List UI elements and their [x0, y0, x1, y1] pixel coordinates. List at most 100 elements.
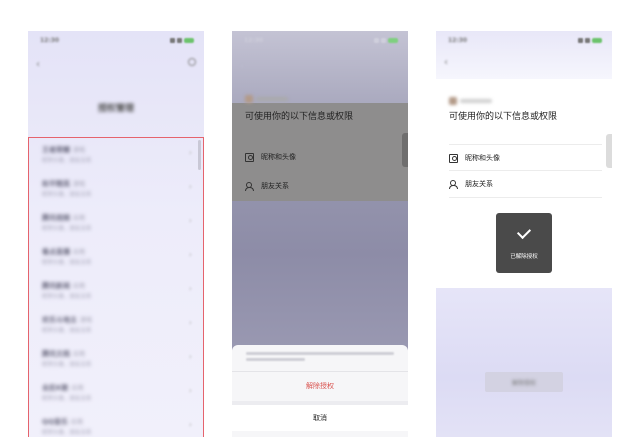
list-item[interactable]: 腾讯视频 应用 昵称头像、朋友关系 › [29, 206, 203, 240]
chevron-right-icon: › [188, 284, 192, 293]
list-item[interactable]: 欢乐斗地主 游戏 昵称头像、朋友关系 › [29, 308, 203, 342]
chevron-right-icon: › [188, 216, 192, 225]
bottom-area: 解除授权 [436, 288, 612, 437]
status-icons [578, 38, 602, 43]
friends-icon [449, 179, 458, 189]
item-tag: 游戏 [73, 181, 86, 188]
sheet-note [246, 349, 394, 363]
status-bar: 12:30 [28, 37, 204, 47]
item-subtitle: 昵称头像、朋友关系 [42, 328, 92, 334]
status-bar: 12:30 [232, 37, 408, 47]
item-title: 欢乐斗地主 [42, 316, 77, 324]
success-toast: 已解除授权 [496, 213, 552, 273]
item-title: 和平精英 [42, 180, 70, 188]
item-title: 腾讯文档 [42, 350, 70, 358]
chevron-right-icon: › [188, 352, 192, 361]
permission-title: 可使用你的以下信息或权限 [449, 112, 558, 122]
list-item[interactable]: 腾讯文档 应用 昵称头像、朋友关系 › [29, 342, 203, 376]
app-name [256, 97, 288, 101]
item-tag: 应用 [73, 351, 86, 358]
list-item[interactable]: QQ音乐 应用 昵称头像、朋友关系 › [29, 410, 203, 437]
permission-label: 昵称和头像 [261, 153, 296, 161]
back-icon[interactable]: ‹ [36, 59, 40, 70]
app-avatar [245, 95, 253, 103]
status-icons [374, 38, 398, 43]
battery-icon [388, 38, 398, 43]
checkmark-icon [516, 224, 532, 240]
item-title: 腾讯视频 [42, 214, 70, 222]
item-subtitle: 昵称头像、朋友关系 [42, 226, 92, 232]
item-tag: 应用 [73, 283, 86, 290]
wifi-icon [381, 38, 386, 43]
item-tag: 应用 [73, 249, 86, 256]
item-tag: 应用 [70, 419, 83, 426]
wifi-icon [177, 38, 182, 43]
item-subtitle: 昵称头像、朋友关系 [42, 362, 92, 368]
app-avatar [449, 97, 457, 105]
status-bar: 12:30 [436, 37, 612, 47]
status-icons [170, 38, 194, 43]
wifi-icon [585, 38, 590, 43]
item-subtitle: 昵称头像、朋友关系 [42, 192, 92, 198]
chevron-right-icon: › [188, 148, 192, 157]
permission-label: 朋友关系 [465, 180, 493, 188]
revoke-button-disabled[interactable]: 解除授权 [485, 372, 563, 392]
chevron-right-icon: › [188, 182, 192, 191]
id-card-icon [245, 152, 254, 162]
id-card-icon [449, 153, 458, 163]
back-icon[interactable]: ‹ [240, 61, 244, 72]
app-name [460, 99, 492, 103]
item-tag: 应用 [71, 385, 84, 392]
side-handle[interactable] [402, 133, 408, 167]
item-title: QQ音乐 [42, 418, 68, 426]
revoke-button[interactable]: 解除授权 [232, 373, 408, 399]
item-subtitle: 昵称头像、朋友关系 [42, 294, 92, 300]
back-icon[interactable]: ‹ [444, 57, 448, 68]
item-title: 王者荣耀 [42, 146, 70, 154]
item-title: 全民K歌 [42, 384, 69, 392]
status-time: 12:30 [244, 37, 264, 44]
comparison-stage: 12:30 ‹ 授权管理 王者荣耀 游戏 昵称头像、朋友关系 › 和平精英 游戏 昵… [0, 0, 640, 437]
divider [449, 197, 602, 198]
button-label: 解除授权 [511, 380, 536, 387]
status-time: 12:30 [448, 37, 468, 44]
status-time: 12:30 [40, 37, 60, 44]
toast-message: 已解除授权 [510, 254, 538, 260]
side-handle[interactable] [606, 134, 612, 168]
permission-friends: 朋友关系 [449, 179, 493, 189]
cancel-button[interactable]: 取消 [232, 405, 408, 431]
battery-icon [592, 38, 602, 43]
action-sheet: 解除授权 取消 [232, 345, 408, 437]
chevron-right-icon: › [188, 250, 192, 259]
item-subtitle: 昵称头像、朋友关系 [42, 396, 92, 402]
auth-management-screen: 12:30 ‹ 授权管理 王者荣耀 游戏 昵称头像、朋友关系 › 和平精英 游戏 昵… [28, 31, 204, 437]
permission-title: 可使用你的以下信息或权限 [245, 112, 354, 122]
permission-panel: 可使用你的以下信息或权限 昵称和头像 朋友关系 [232, 95, 408, 201]
battery-icon [184, 38, 194, 43]
item-tag: 游戏 [80, 317, 93, 324]
list-item[interactable]: 王者荣耀 游戏 昵称头像、朋友关系 › [29, 138, 203, 172]
item-subtitle: 昵称头像、朋友关系 [42, 260, 92, 266]
signal-icon [170, 38, 175, 43]
friends-icon [245, 181, 254, 191]
chevron-right-icon: › [188, 318, 192, 327]
signal-icon [374, 38, 379, 43]
item-title: 腾讯新闻 [42, 282, 70, 290]
authorized-app-list: 王者荣耀 游戏 昵称头像、朋友关系 › 和平精英 游戏 昵称头像、朋友关系 › 腾讯… [28, 137, 204, 437]
permission-nickname: 昵称和头像 [449, 153, 500, 163]
permission-friends: 朋友关系 [245, 181, 289, 191]
chevron-right-icon: › [188, 386, 192, 395]
permission-label: 昵称和头像 [465, 154, 500, 162]
revoked-result-screen: 12:30 ‹ 可使用你的以下信息或权限 昵称和头像 朋友关系 已解除授权 解除… [436, 31, 612, 437]
item-tag: 应用 [73, 215, 86, 222]
list-item[interactable]: 全民K歌 应用 昵称头像、朋友关系 › [29, 376, 203, 410]
list-item[interactable]: 腾讯新闻 应用 昵称头像、朋友关系 › [29, 274, 203, 308]
item-subtitle: 昵称头像、朋友关系 [42, 430, 92, 436]
divider [449, 170, 602, 171]
search-icon[interactable] [188, 58, 196, 66]
page-title: 授权管理 [97, 104, 134, 114]
list-item[interactable]: 看点直播 应用 昵称头像、朋友关系 › [29, 240, 203, 274]
chevron-right-icon: › [188, 420, 192, 429]
list-item[interactable]: 和平精英 游戏 昵称头像、朋友关系 › [29, 172, 203, 206]
app-identity [449, 97, 492, 105]
